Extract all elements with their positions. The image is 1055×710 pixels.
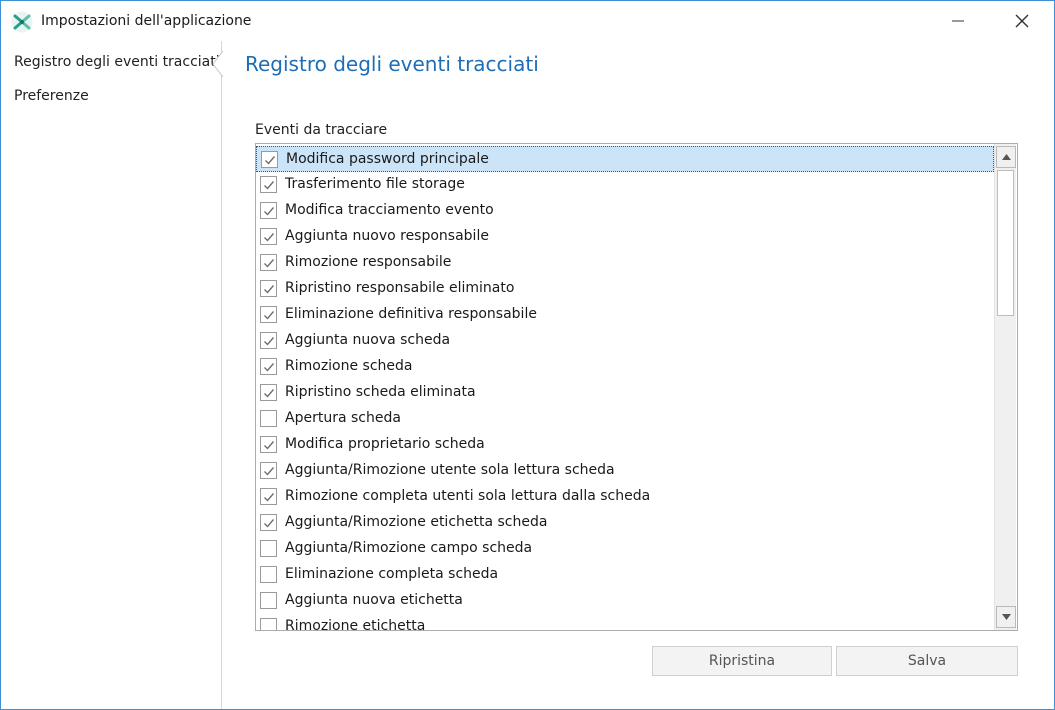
event-checkbox-row[interactable]: Rimozione scheda — [256, 354, 994, 380]
checkmark-icon — [263, 284, 274, 294]
event-label: Modifica tracciamento evento — [285, 202, 494, 218]
event-checkbox-row[interactable]: Aggiunta/Rimozione etichetta scheda — [256, 510, 994, 536]
minimize-icon — [952, 20, 964, 22]
checkbox[interactable] — [260, 228, 277, 245]
event-checkbox-row[interactable]: Eliminazione definitiva responsabile — [256, 302, 994, 328]
event-label: Modifica password principale — [286, 151, 489, 167]
event-checkbox-row[interactable]: Trasferimento file storage — [256, 172, 994, 198]
sidebar-item-event-log[interactable]: Registro degli eventi tracciati — [14, 54, 220, 70]
event-label: Modifica proprietario scheda — [285, 436, 485, 452]
events-list: Modifica password principale Trasferiment… — [256, 144, 994, 630]
event-checkbox-row[interactable]: Aggiunta nuova etichetta — [256, 588, 994, 614]
event-checkbox-row[interactable]: Aggiunta nuovo responsabile — [256, 224, 994, 250]
scrollbar-thumb[interactable] — [997, 170, 1014, 316]
event-label: Apertura scheda — [285, 410, 401, 426]
checkmark-icon — [263, 492, 274, 502]
sidebar-item-label: Preferenze — [14, 88, 89, 104]
event-checkbox-row[interactable]: Rimozione responsabile — [256, 250, 994, 276]
checkmark-icon — [263, 206, 274, 216]
checkmark-icon — [264, 155, 275, 165]
checkmark-icon — [263, 518, 274, 528]
sidebar: Registro degli eventi tracciati Preferen… — [1, 41, 224, 709]
event-checkbox-row[interactable]: Aggiunta/Rimozione campo scheda — [256, 536, 994, 562]
checkmark-icon — [263, 232, 274, 242]
checkbox[interactable] — [260, 176, 277, 193]
checkbox[interactable] — [260, 514, 277, 531]
event-label: Aggiunta nuovo responsabile — [285, 228, 489, 244]
close-button[interactable] — [999, 1, 1045, 41]
checkbox[interactable] — [260, 332, 277, 349]
checkbox[interactable] — [260, 280, 277, 297]
vertical-scrollbar[interactable] — [994, 144, 1016, 630]
checkbox[interactable] — [260, 540, 277, 557]
chevron-up-icon — [1001, 154, 1011, 160]
event-label: Aggiunta/Rimozione etichetta scheda — [285, 514, 548, 530]
event-label: Aggiunta nuova etichetta — [285, 592, 463, 608]
checkmark-icon — [263, 362, 274, 372]
checkbox[interactable] — [260, 566, 277, 583]
settings-window: Impostazioni dell'applicazione Registro … — [0, 0, 1055, 710]
event-label: Trasferimento file storage — [285, 176, 465, 192]
checkbox[interactable] — [260, 306, 277, 323]
checkmark-icon — [263, 336, 274, 346]
checkbox[interactable] — [260, 462, 277, 479]
event-checkbox-row[interactable]: Modifica password principale — [256, 146, 994, 172]
event-label: Rimozione responsabile — [285, 254, 452, 270]
checkbox[interactable] — [260, 436, 277, 453]
app-logo-icon — [11, 11, 33, 33]
checkbox[interactable] — [260, 254, 277, 271]
event-checkbox-row[interactable]: Rimozione completa utenti sola lettura d… — [256, 484, 994, 510]
title-bar[interactable]: Impostazioni dell'applicazione — [1, 1, 1054, 41]
event-label: Rimozione scheda — [285, 358, 413, 374]
chevron-down-icon — [1001, 614, 1011, 620]
reset-button[interactable]: Ripristina — [652, 646, 832, 676]
checkbox[interactable] — [261, 151, 278, 168]
checkbox[interactable] — [260, 358, 277, 375]
minimize-button[interactable] — [935, 1, 981, 41]
event-checkbox-row[interactable]: Modifica tracciamento evento — [256, 198, 994, 224]
event-label: Rimozione etichetta — [285, 618, 426, 630]
checkmark-icon — [263, 388, 274, 398]
scroll-down-button[interactable] — [996, 606, 1016, 628]
event-label: Eliminazione completa scheda — [285, 566, 499, 582]
event-checkbox-row[interactable]: Apertura scheda — [256, 406, 994, 432]
checkmark-icon — [263, 310, 274, 320]
checkbox[interactable] — [260, 410, 277, 427]
event-label: Aggiunta nuova scheda — [285, 332, 451, 348]
close-icon — [1015, 14, 1029, 28]
checkbox[interactable] — [260, 384, 277, 401]
sidebar-item-preferences[interactable]: Preferenze — [14, 88, 89, 104]
event-label: Eliminazione definitiva responsabile — [285, 306, 537, 322]
events-checklist[interactable]: Modifica password principale Trasferiment… — [255, 143, 1018, 631]
event-checkbox-row[interactable]: Ripristino scheda eliminata — [256, 380, 994, 406]
window-title: Impostazioni dell'applicazione — [41, 13, 252, 29]
checkmark-icon — [263, 180, 274, 190]
checkbox[interactable] — [260, 618, 277, 630]
events-group-label: Eventi da tracciare — [255, 122, 388, 138]
checkbox[interactable] — [260, 202, 277, 219]
event-label: Rimozione completa utenti sola lettura d… — [285, 488, 651, 504]
save-button[interactable]: Salva — [836, 646, 1018, 676]
active-item-pointer — [212, 51, 224, 77]
checkmark-icon — [263, 466, 274, 476]
event-checkbox-row[interactable]: Modifica proprietario scheda — [256, 432, 994, 458]
event-label: Aggiunta/Rimozione campo scheda — [285, 540, 533, 556]
event-label: Ripristino responsabile eliminato — [285, 280, 515, 296]
event-label: Aggiunta/Rimozione utente sola lettura s… — [285, 462, 615, 478]
event-checkbox-row[interactable]: Eliminazione completa scheda — [256, 562, 994, 588]
checkbox[interactable] — [260, 592, 277, 609]
event-label: Ripristino scheda eliminata — [285, 384, 476, 400]
event-checkbox-row[interactable]: Ripristino responsabile eliminato — [256, 276, 994, 302]
checkmark-icon — [263, 258, 274, 268]
sidebar-item-label: Registro degli eventi tracciati — [14, 54, 220, 70]
event-checkbox-row[interactable]: Aggiunta nuova scheda — [256, 328, 994, 354]
event-checkbox-row[interactable]: Aggiunta/Rimozione utente sola lettura s… — [256, 458, 994, 484]
scroll-up-button[interactable] — [996, 146, 1016, 168]
checkmark-icon — [263, 440, 274, 450]
page-title: Registro degli eventi tracciati — [245, 52, 539, 76]
event-checkbox-row[interactable]: Rimozione etichetta — [256, 614, 994, 630]
checkbox[interactable] — [260, 488, 277, 505]
